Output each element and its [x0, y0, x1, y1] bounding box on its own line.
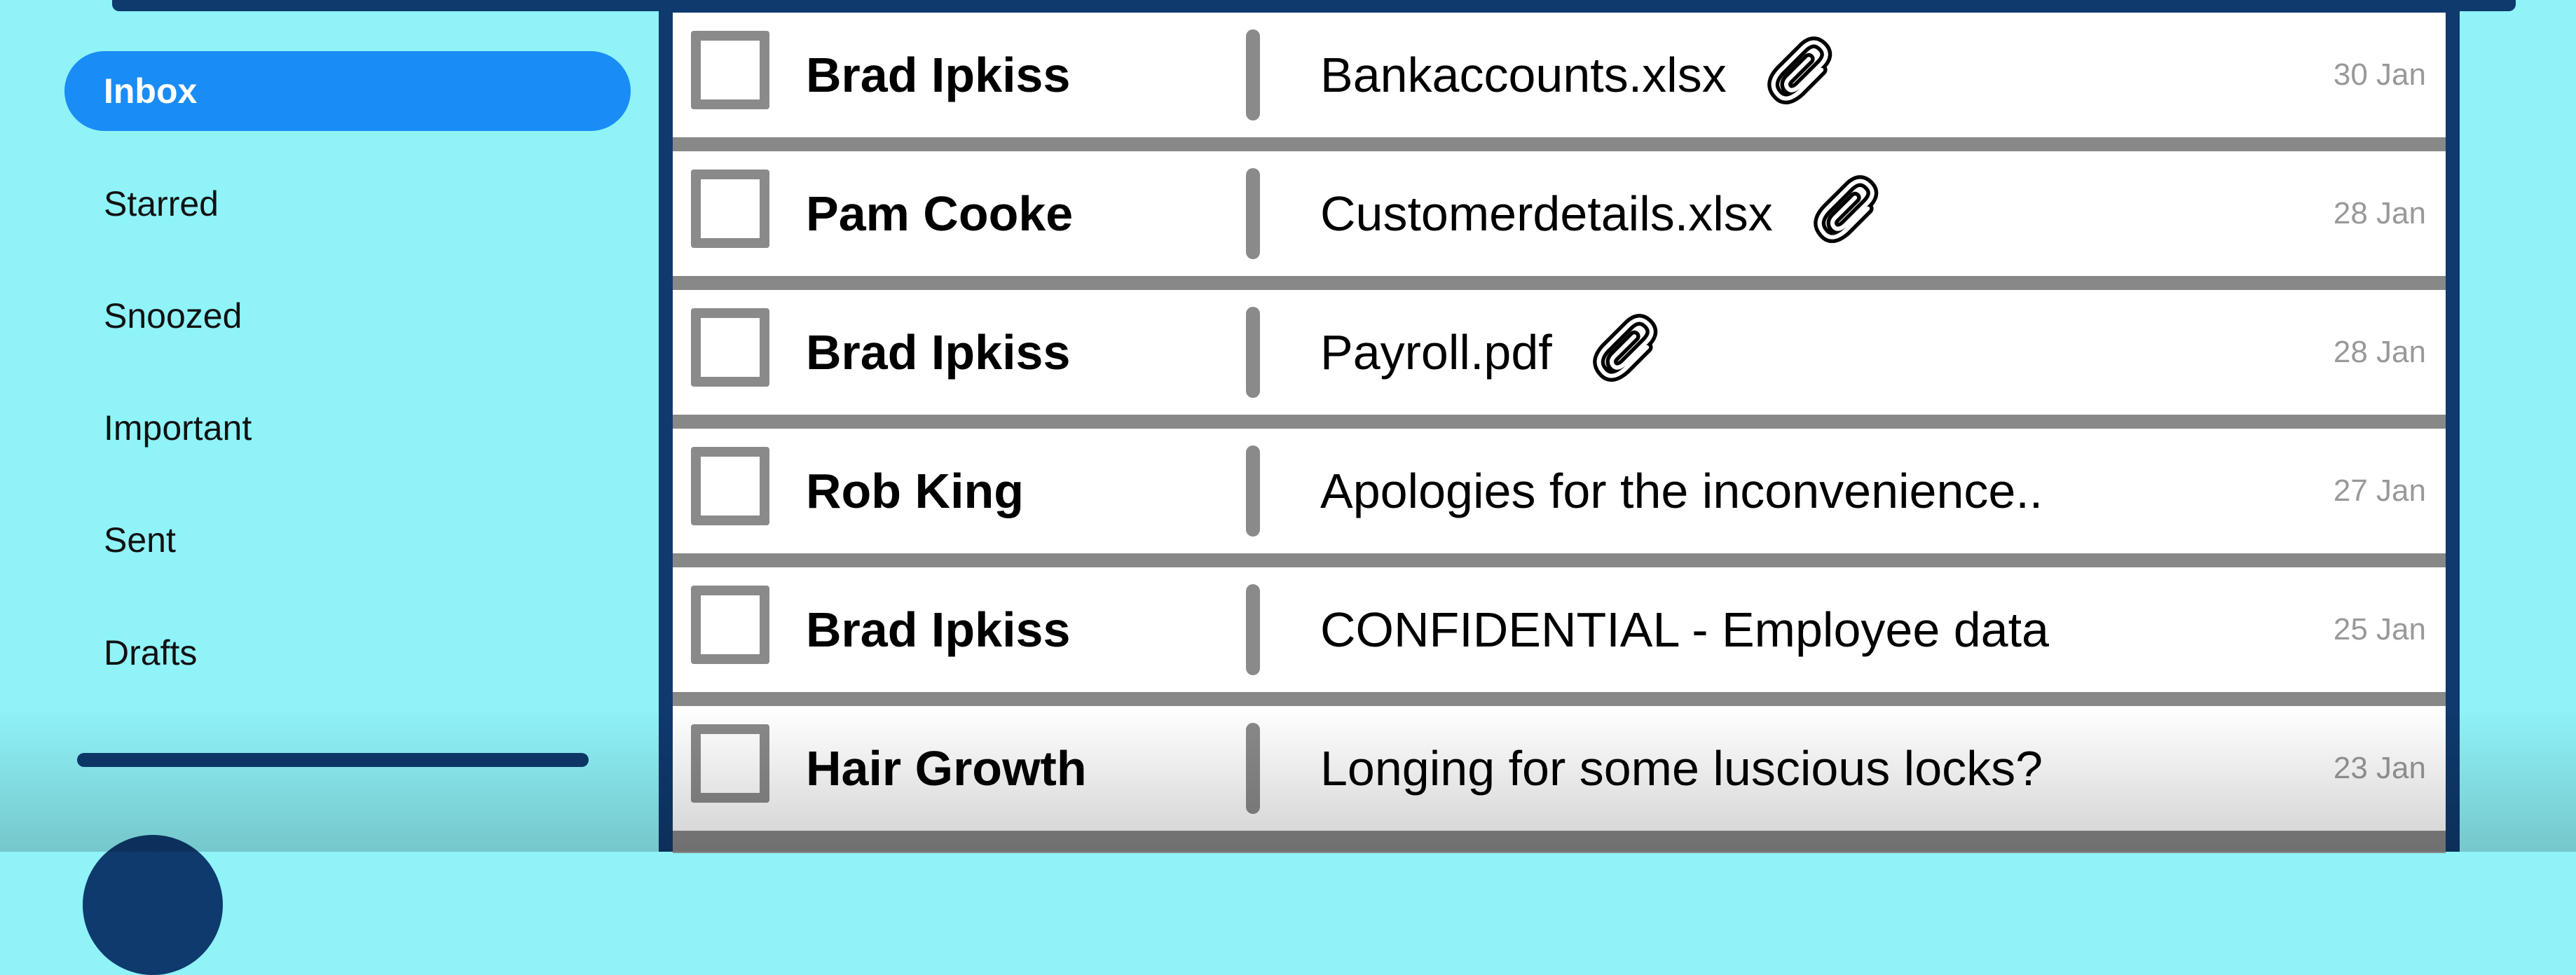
row-checkbox[interactable]: [691, 586, 769, 664]
email-subject-group: Customerdetails.xlsx: [1320, 151, 1892, 276]
email-subject: Customerdetails.xlsx: [1320, 186, 1773, 241]
email-subject-group: Bankaccounts.xlsx: [1320, 13, 1846, 137]
email-sender: Brad Ipkiss: [806, 48, 1071, 102]
column-divider: [1246, 723, 1260, 814]
email-date: 25 Jan: [2333, 612, 2426, 646]
sidebar-item-label: Sent: [104, 520, 176, 560]
email-row[interactable]: Brad Ipkiss CONFIDENTIAL - Employee data…: [673, 567, 2446, 692]
sidebar-item-important[interactable]: Important: [64, 388, 631, 468]
email-row[interactable]: Brad Ipkiss Bankaccounts.xlsx 30 Jan: [673, 13, 2446, 137]
email-row[interactable]: Brad Ipkiss Payroll.pdf 28 Jan: [673, 290, 2446, 415]
email-sender: Hair Growth: [806, 741, 1087, 796]
email-subject: Longing for some luscious locks?: [1320, 741, 2043, 796]
email-subject-group: Apologies for the inconvenience..: [1320, 429, 2043, 553]
paperclip-icon: [1592, 314, 1657, 382]
email-date: 23 Jan: [2333, 751, 2426, 785]
email-subject: Bankaccounts.xlsx: [1320, 48, 1727, 102]
email-subject-group: Payroll.pdf: [1320, 290, 1671, 415]
sidebar-item-drafts[interactable]: Drafts: [64, 613, 631, 693]
row-checkbox[interactable]: [691, 447, 769, 525]
row-checkbox[interactable]: [691, 724, 769, 803]
avatar[interactable]: [83, 835, 223, 975]
sidebar-item-inbox[interactable]: Inbox: [64, 51, 631, 131]
sidebar-item-snoozed[interactable]: Snoozed: [64, 276, 631, 356]
column-divider: [1246, 307, 1260, 398]
sidebar-item-sent[interactable]: Sent: [64, 500, 631, 580]
email-list: Brad Ipkiss Bankaccounts.xlsx 30 Jan Pam…: [673, 13, 2446, 853]
email-sender: Brad Ipkiss: [806, 602, 1071, 657]
email-date: 30 Jan: [2333, 57, 2426, 92]
paperclip-icon: [1814, 175, 1878, 243]
sidebar-item-label: Inbox: [104, 71, 198, 111]
email-date: 27 Jan: [2333, 473, 2426, 508]
email-sender: Brad Ipkiss: [806, 325, 1071, 380]
email-subject: Payroll.pdf: [1320, 325, 1552, 380]
sidebar-item-starred[interactable]: Starred: [64, 164, 631, 244]
column-divider: [1246, 584, 1260, 675]
email-sender: Pam Cooke: [806, 186, 1074, 241]
row-checkbox[interactable]: [691, 31, 769, 109]
email-date: 28 Jan: [2333, 335, 2426, 369]
row-checkbox[interactable]: [691, 170, 769, 248]
email-row[interactable]: Rob King Apologies for the inconvenience…: [673, 429, 2446, 553]
sidebar-divider: [77, 753, 589, 767]
sidebar: Inbox Starred Snoozed Important Sent Dra…: [0, 0, 659, 975]
email-row[interactable]: Hair Growth Longing for some luscious lo…: [673, 706, 2446, 831]
column-divider: [1246, 168, 1260, 259]
paperclip-icon: [1767, 36, 1832, 104]
email-subject-group: CONFIDENTIAL - Employee data: [1320, 567, 2049, 692]
email-sender: Rob King: [806, 464, 1025, 518]
email-subject: CONFIDENTIAL - Employee data: [1320, 602, 2049, 657]
sidebar-item-label: Important: [104, 408, 252, 448]
email-row[interactable]: Pam Cooke Customerdetails.xlsx 28 Jan: [673, 151, 2446, 276]
column-divider: [1246, 29, 1260, 120]
column-divider: [1246, 445, 1260, 537]
email-list-frame: Brad Ipkiss Bankaccounts.xlsx 30 Jan Pam…: [659, 0, 2460, 853]
email-subject: Apologies for the inconvenience..: [1320, 464, 2043, 518]
row-checkbox[interactable]: [691, 308, 769, 387]
sidebar-item-label: Drafts: [104, 633, 198, 672]
sidebar-item-label: Snoozed: [104, 296, 242, 336]
email-date: 28 Jan: [2333, 196, 2426, 230]
email-subject-group: Longing for some luscious locks?: [1320, 706, 2043, 831]
sidebar-item-label: Starred: [104, 184, 219, 223]
